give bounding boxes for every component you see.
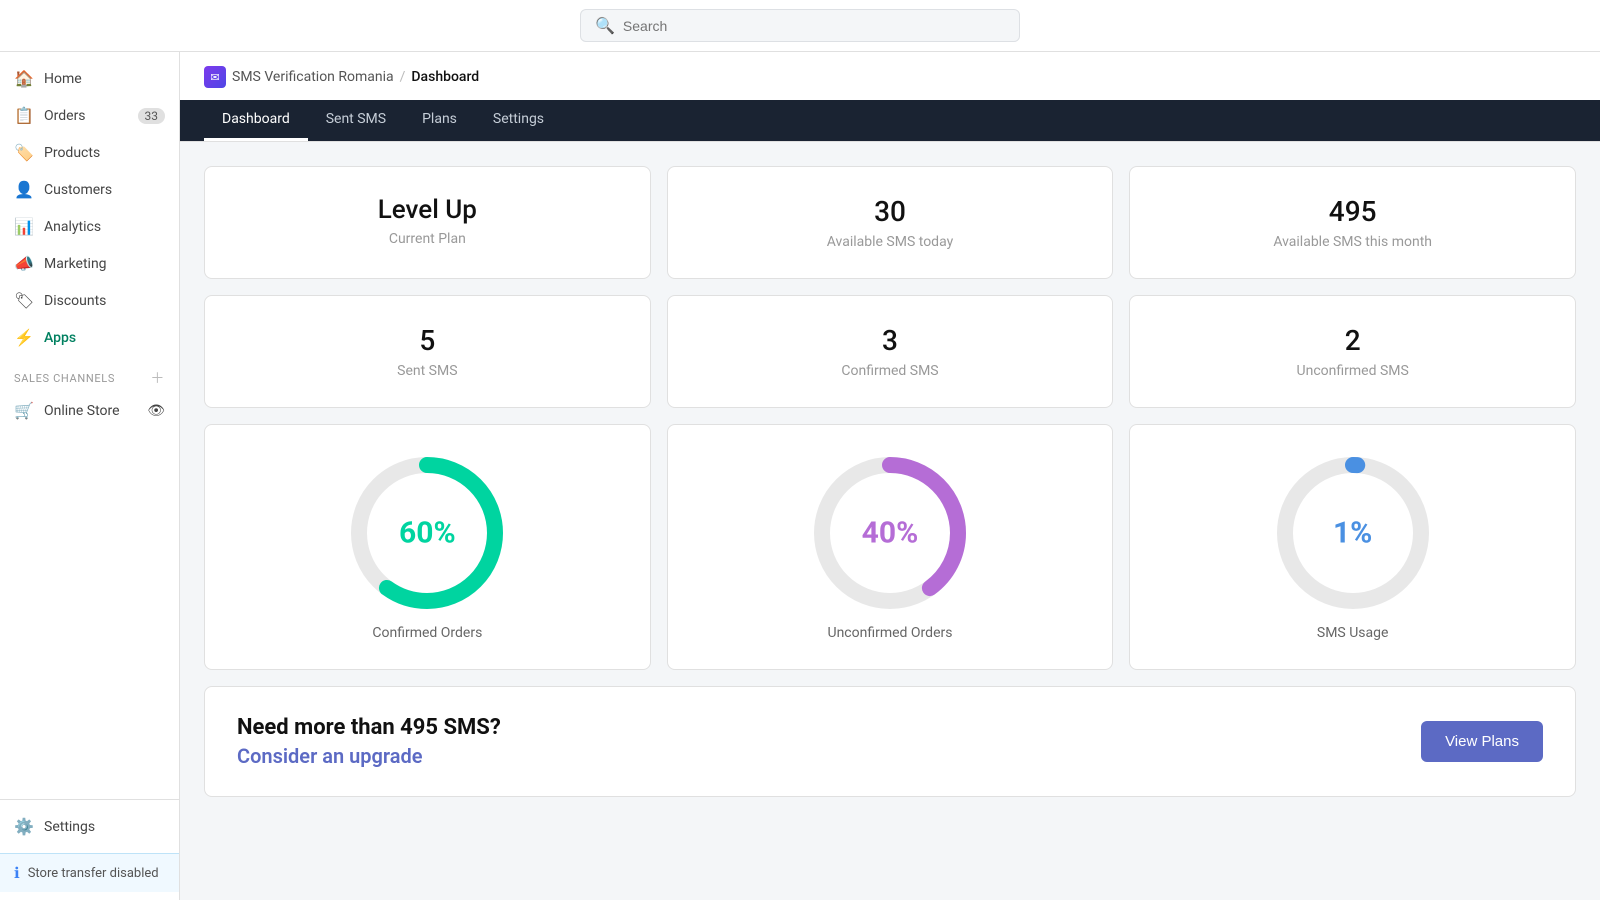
stat-label-plan: Current Plan: [225, 231, 630, 247]
stats-grid-bottom: 5 Sent SMS 3 Confirmed SMS 2 Unconfirmed…: [204, 295, 1576, 408]
stat-label-sms-today: Available SMS today: [688, 234, 1093, 250]
sidebar-label-home: Home: [44, 71, 82, 87]
stats-grid-top: Level Up Current Plan 30 Available SMS t…: [204, 166, 1576, 279]
sidebar-item-apps[interactable]: ⚡ Apps: [0, 319, 179, 356]
sidebar-label-analytics: Analytics: [44, 219, 101, 235]
apps-icon: ⚡: [14, 328, 34, 347]
stat-card-sms-month: 495 Available SMS this month: [1129, 166, 1576, 279]
chart-card-confirmed-orders: 60% Confirmed Orders: [204, 424, 651, 670]
sidebar-item-orders[interactable]: 📋 Orders 33: [0, 97, 179, 134]
donut-center-sms-usage: 1%: [1333, 516, 1372, 551]
dashboard-content: Level Up Current Plan 30 Available SMS t…: [180, 142, 1600, 900]
home-icon: 🏠: [14, 69, 34, 88]
sales-channels-section: SALES CHANNELS ＋: [0, 356, 179, 392]
sidebar-item-customers[interactable]: 👤 Customers: [0, 171, 179, 208]
search-bar[interactable]: 🔍: [580, 9, 1020, 42]
breadcrumb: ✉ SMS Verification Romania / Dashboard: [204, 66, 1576, 88]
tab-sent-sms[interactable]: Sent SMS: [308, 100, 404, 141]
sidebar-item-products[interactable]: 🏷️ Products: [0, 134, 179, 171]
search-icon: 🔍: [595, 16, 615, 35]
donut-percent-confirmed-orders: 60%: [399, 516, 456, 551]
stat-value-confirmed: 3: [688, 324, 1093, 357]
add-sales-channel-icon[interactable]: ＋: [150, 368, 165, 388]
donut-label-sms-usage: SMS Usage: [1317, 625, 1389, 641]
stat-label-confirmed: Confirmed SMS: [688, 363, 1093, 379]
app-tabs: DashboardSent SMSPlansSettings: [180, 100, 1600, 141]
online-store-label: Online Store: [44, 403, 120, 419]
donut-label-confirmed-orders: Confirmed Orders: [372, 625, 482, 641]
chart-card-sms-usage: 1% SMS Usage: [1129, 424, 1576, 670]
stat-card-plan: Level Up Current Plan: [204, 166, 651, 279]
stat-value-unconfirmed: 2: [1150, 324, 1555, 357]
sidebar-item-analytics[interactable]: 📊 Analytics: [0, 208, 179, 245]
sidebar-item-online-store[interactable]: 🛒 Online Store 👁: [0, 392, 179, 429]
search-input[interactable]: [623, 18, 1005, 34]
stat-label-unconfirmed: Unconfirmed SMS: [1150, 363, 1555, 379]
store-transfer-bar: ℹ Store transfer disabled: [0, 853, 179, 892]
upgrade-text: Need more than 495 SMS? Consider an upgr…: [237, 715, 501, 768]
sidebar-label-products: Products: [44, 145, 100, 161]
settings-icon: ⚙️: [14, 817, 34, 836]
app-icon: ✉: [204, 66, 226, 88]
breadcrumb-app-name: SMS Verification Romania: [232, 69, 394, 85]
stat-value-sent: 5: [225, 324, 630, 357]
stat-label-sent: Sent SMS: [225, 363, 630, 379]
upgrade-banner: Need more than 495 SMS? Consider an upgr…: [204, 686, 1576, 797]
main-content: ✉ SMS Verification Romania / Dashboard D…: [180, 52, 1600, 900]
stat-label-sms-month: Available SMS this month: [1150, 234, 1555, 250]
app-header: ✉ SMS Verification Romania / Dashboard D…: [180, 52, 1600, 142]
marketing-icon: 📣: [14, 254, 34, 273]
discounts-icon: 🏷: [14, 291, 34, 310]
stat-card-sms-today: 30 Available SMS today: [667, 166, 1114, 279]
upgrade-title: Need more than 495 SMS?: [237, 715, 501, 740]
orders-icon: 📋: [14, 106, 34, 125]
stat-card-unconfirmed: 2 Unconfirmed SMS: [1129, 295, 1576, 408]
sidebar-label-orders: Orders: [44, 108, 86, 124]
store-transfer-label: Store transfer disabled: [28, 866, 159, 881]
sidebar-label-marketing: Marketing: [44, 256, 107, 272]
stat-card-confirmed: 3 Confirmed SMS: [667, 295, 1114, 408]
donut-wrap-sms-usage: 1%: [1273, 453, 1433, 613]
donut-percent-sms-usage: 1%: [1333, 516, 1372, 551]
sidebar-item-marketing[interactable]: 📣 Marketing: [0, 245, 179, 282]
tab-plans[interactable]: Plans: [404, 100, 475, 141]
donut-label-unconfirmed-orders: Unconfirmed Orders: [828, 625, 953, 641]
donut-center-confirmed-orders: 60%: [399, 516, 456, 551]
stat-value-plan: Level Up: [225, 195, 630, 225]
topbar: 🔍: [0, 0, 1600, 52]
donut-center-unconfirmed-orders: 40%: [862, 516, 919, 551]
tab-settings[interactable]: Settings: [475, 100, 562, 141]
donut-wrap-unconfirmed-orders: 40%: [810, 453, 970, 613]
badge-orders: 33: [138, 108, 166, 124]
settings-label: Settings: [44, 819, 95, 835]
customers-icon: 👤: [14, 180, 34, 199]
stat-value-sms-month: 495: [1150, 195, 1555, 228]
breadcrumb-sep: /: [400, 69, 406, 85]
view-plans-button[interactable]: View Plans: [1421, 721, 1543, 762]
chart-card-unconfirmed-orders: 40% Unconfirmed Orders: [667, 424, 1114, 670]
charts-grid: 60% Confirmed Orders 40% Unconfirmed Ord…: [204, 424, 1576, 670]
online-store-icon: 🛒: [14, 401, 34, 420]
products-icon: 🏷️: [14, 143, 34, 162]
stat-card-sent: 5 Sent SMS: [204, 295, 651, 408]
donut-wrap-confirmed-orders: 60%: [347, 453, 507, 613]
donut-percent-unconfirmed-orders: 40%: [862, 516, 919, 551]
sidebar-item-discounts[interactable]: 🏷 Discounts: [0, 282, 179, 319]
tab-dashboard[interactable]: Dashboard: [204, 100, 308, 141]
breadcrumb-current: Dashboard: [411, 69, 479, 85]
sidebar-item-settings[interactable]: ⚙️ Settings: [0, 808, 179, 845]
sidebar-item-home[interactable]: 🏠 Home: [0, 60, 179, 97]
analytics-icon: 📊: [14, 217, 34, 236]
sidebar: 🏠 Home 📋 Orders 33 🏷️ Products 👤 Custome…: [0, 52, 180, 900]
upgrade-subtitle: Consider an upgrade: [237, 744, 501, 768]
sidebar-label-discounts: Discounts: [44, 293, 106, 309]
stat-value-sms-today: 30: [688, 195, 1093, 228]
sidebar-label-customers: Customers: [44, 182, 112, 198]
sidebar-label-apps: Apps: [44, 330, 76, 346]
sales-channels-label: SALES CHANNELS: [14, 372, 115, 385]
online-store-eye-icon[interactable]: 👁: [147, 403, 165, 419]
info-icon: ℹ: [14, 864, 20, 882]
